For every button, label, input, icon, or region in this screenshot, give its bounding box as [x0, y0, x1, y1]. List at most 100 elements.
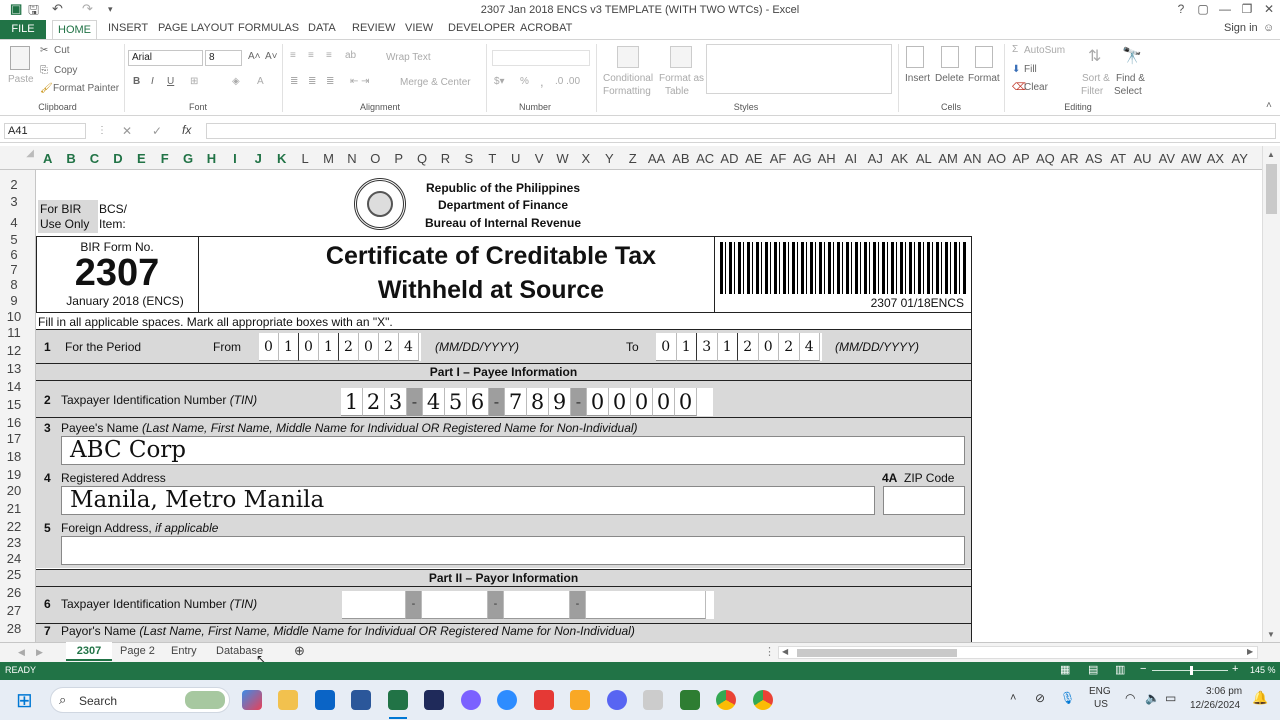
- column-header-m[interactable]: M: [317, 151, 340, 166]
- prev-sheet-icon[interactable]: ◀: [18, 647, 25, 658]
- column-header-af[interactable]: AF: [766, 151, 790, 166]
- zoom-out-icon[interactable]: −: [1140, 663, 1146, 675]
- row-header-17[interactable]: 17: [0, 431, 28, 446]
- language-line1[interactable]: ENG: [1089, 686, 1111, 697]
- column-header-l[interactable]: L: [293, 151, 316, 166]
- sheet-tab-2307[interactable]: 2307: [66, 642, 112, 661]
- column-header-n[interactable]: N: [340, 151, 363, 166]
- align-bottom-icon[interactable]: ≡: [326, 50, 332, 61]
- column-header-w[interactable]: W: [551, 151, 574, 166]
- sticky-app-icon[interactable]: [570, 690, 590, 710]
- scroll-right-icon[interactable]: ▶: [1247, 647, 1253, 656]
- enter-icon[interactable]: ✓: [152, 124, 162, 138]
- column-header-ay[interactable]: AY: [1228, 151, 1252, 166]
- payee-name-field[interactable]: ABC Corp: [61, 436, 965, 465]
- paste-button[interactable]: Paste: [8, 74, 34, 85]
- next-sheet-icon[interactable]: ▶: [36, 647, 43, 658]
- horizontal-scrollbar[interactable]: ◀ ▶: [778, 646, 1258, 659]
- column-header-g[interactable]: G: [176, 151, 199, 166]
- formula-input[interactable]: [206, 123, 1276, 139]
- row-header-28[interactable]: 28: [0, 621, 28, 636]
- payor-tin-segment[interactable]: [504, 591, 570, 619]
- ribbon-display-button[interactable]: ▢: [1192, 2, 1214, 16]
- foreign-address-field[interactable]: [61, 536, 965, 565]
- page-break-view-icon[interactable]: ▥: [1115, 663, 1125, 676]
- column-header-x[interactable]: X: [574, 151, 597, 166]
- tray-chevron-icon[interactable]: ˄: [1010, 692, 1016, 704]
- column-header-ab[interactable]: AB: [669, 151, 693, 166]
- format-as-table-button[interactable]: Format as: [659, 73, 704, 84]
- tab-splitter-icon[interactable]: ⋮: [764, 645, 775, 658]
- column-header-am[interactable]: AM: [936, 151, 960, 166]
- column-header-y[interactable]: Y: [598, 151, 621, 166]
- column-header-r[interactable]: R: [434, 151, 457, 166]
- borders-icon[interactable]: ⊞: [190, 76, 198, 87]
- row-header-5[interactable]: 5: [0, 232, 28, 247]
- row-header-27[interactable]: 27: [0, 603, 28, 618]
- microphone-icon[interactable]: 🎙: [1060, 691, 1075, 705]
- column-header-ad[interactable]: AD: [717, 151, 741, 166]
- column-header-h[interactable]: H: [200, 151, 223, 166]
- clock-date[interactable]: 12/26/2024: [1190, 700, 1240, 711]
- column-header-ak[interactable]: AK: [887, 151, 911, 166]
- restore-button[interactable]: ❐: [1236, 2, 1258, 16]
- close-button[interactable]: ✕: [1258, 2, 1280, 16]
- copilot-icon[interactable]: [242, 690, 262, 710]
- zoom-slider-thumb[interactable]: [1190, 666, 1193, 675]
- row-header-15[interactable]: 15: [0, 397, 28, 412]
- period-to-field[interactable]: 01312024: [656, 333, 822, 361]
- column-header-an[interactable]: AN: [960, 151, 984, 166]
- column-header-p[interactable]: P: [387, 151, 410, 166]
- vertical-scroll-thumb[interactable]: [1266, 164, 1277, 214]
- format-cells-button[interactable]: Format: [968, 73, 1000, 84]
- column-header-aw[interactable]: AW: [1179, 151, 1203, 166]
- fill-button[interactable]: Fill: [1024, 64, 1037, 75]
- row-header-22[interactable]: 22: [0, 519, 28, 534]
- copy-button[interactable]: Copy: [54, 65, 77, 76]
- payor-tin-segment[interactable]: [342, 591, 406, 619]
- column-header-o[interactable]: O: [364, 151, 387, 166]
- sheet-tab-page2[interactable]: Page 2: [120, 645, 155, 657]
- align-right-icon[interactable]: ≣: [326, 76, 334, 87]
- row-header-21[interactable]: 21: [0, 501, 28, 516]
- column-header-aa[interactable]: AA: [644, 151, 668, 166]
- row-header-12[interactable]: 12: [0, 343, 28, 358]
- help-button[interactable]: ?: [1170, 2, 1192, 16]
- excel-taskbar-icon[interactable]: [388, 690, 408, 710]
- worksheet-area[interactable]: Republic of the Philippines Department o…: [36, 170, 1262, 642]
- select-all-button[interactable]: ◢: [2, 148, 34, 168]
- zoom-level[interactable]: 145 %: [1250, 665, 1276, 675]
- fill-icon[interactable]: ⬇: [1012, 64, 1020, 75]
- column-header-ar[interactable]: AR: [1058, 151, 1082, 166]
- column-header-aj[interactable]: AJ: [863, 151, 887, 166]
- column-header-s[interactable]: S: [457, 151, 480, 166]
- column-header-ai[interactable]: AI: [839, 151, 863, 166]
- column-header-t[interactable]: T: [481, 151, 504, 166]
- row-header-19[interactable]: 19: [0, 467, 28, 482]
- language-line2[interactable]: US: [1094, 699, 1108, 710]
- sheet-tab-entry[interactable]: Entry: [171, 645, 197, 657]
- scroll-up-icon[interactable]: ▲: [1267, 150, 1275, 159]
- find-select-icon[interactable]: 🔭: [1122, 46, 1142, 66]
- comma-button[interactable]: ,: [540, 74, 544, 89]
- column-header-e[interactable]: E: [130, 151, 153, 166]
- acrobat-icon[interactable]: [534, 690, 554, 710]
- copy-icon[interactable]: ⎘: [40, 65, 48, 76]
- viber-icon[interactable]: [461, 690, 481, 710]
- clear-button[interactable]: Clear: [1024, 82, 1048, 93]
- column-header-v[interactable]: V: [527, 151, 550, 166]
- collapse-ribbon-icon[interactable]: ˄: [1266, 100, 1272, 111]
- column-header-b[interactable]: B: [59, 151, 82, 166]
- calculator-icon[interactable]: [643, 690, 663, 710]
- notifications-icon[interactable]: 🔔: [1252, 690, 1268, 706]
- column-header-c[interactable]: C: [83, 151, 106, 166]
- row-header-16[interactable]: 16: [0, 415, 28, 430]
- payor-tin-segment[interactable]: [586, 591, 706, 619]
- column-header-aq[interactable]: AQ: [1033, 151, 1057, 166]
- column-header-d[interactable]: D: [106, 151, 129, 166]
- italic-button[interactable]: I: [151, 76, 154, 87]
- row-header-11[interactable]: 11: [0, 325, 28, 340]
- font-name-combo[interactable]: Arial: [128, 50, 203, 66]
- tab-formulas[interactable]: FORMULAS: [238, 22, 299, 34]
- align-left-icon[interactable]: ≣: [290, 76, 298, 87]
